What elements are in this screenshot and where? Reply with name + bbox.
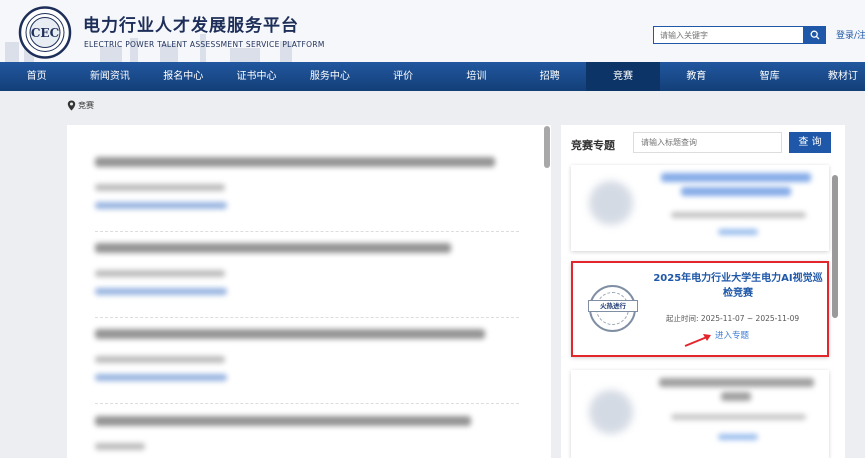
site-header: CEC 电力行业人才发展服务平台 ELECTRIC POWER TALENT A… xyxy=(0,0,865,62)
main-nav: 首页 新闻资讯 报名中心 证书中心 服务中心 评价 培训 招聘 竞赛 教育 智库… xyxy=(0,62,865,91)
nav-item-evaluation[interactable]: 评价 xyxy=(366,62,439,91)
nav-item-education[interactable]: 教育 xyxy=(660,62,733,91)
featured-topic-title[interactable]: 2025年电力行业大学生电力AI视觉巡检竞赛 xyxy=(653,271,823,301)
nav-item-training[interactable]: 培训 xyxy=(440,62,513,91)
left-scrollbar[interactable] xyxy=(544,126,550,168)
divider xyxy=(95,231,519,232)
right-scrollbar[interactable] xyxy=(832,175,838,318)
red-arrow-icon xyxy=(684,334,711,347)
nav-item-textbooks[interactable]: 教材订 xyxy=(806,62,865,91)
location-pin-icon xyxy=(67,100,76,111)
nav-item-home[interactable]: 首页 xyxy=(0,62,73,91)
nav-item-certificates[interactable]: 证书中心 xyxy=(220,62,293,91)
competition-list-panel xyxy=(67,125,551,458)
topic-search-input[interactable] xyxy=(633,132,782,153)
date-label: 起止时间: xyxy=(666,314,699,323)
topic-card[interactable] xyxy=(571,370,829,458)
topic-card-image xyxy=(589,390,633,434)
nav-item-services[interactable]: 服务中心 xyxy=(293,62,366,91)
login-link[interactable]: 登录/注 xyxy=(836,28,865,41)
list-item[interactable] xyxy=(95,416,495,450)
cec-logo[interactable]: CEC xyxy=(17,6,73,59)
breadcrumb-current[interactable]: 竞赛 xyxy=(78,100,94,111)
nav-item-recruitment[interactable]: 招聘 xyxy=(513,62,586,91)
nav-item-competition[interactable]: 竞赛 xyxy=(586,62,660,91)
list-item[interactable] xyxy=(95,329,495,381)
breadcrumb: 竞赛 xyxy=(67,100,94,111)
site-subtitle: ELECTRIC POWER TALENT ASSESSMENT SERVICE… xyxy=(84,40,325,49)
topic-card-image xyxy=(589,181,633,225)
search-button[interactable] xyxy=(803,26,826,44)
list-item[interactable] xyxy=(95,157,495,209)
date-range: 2025-11-07 ~ 2025-11-09 xyxy=(700,314,800,323)
nav-item-registration[interactable]: 报名中心 xyxy=(147,62,220,91)
topic-card[interactable] xyxy=(571,165,829,251)
panel-title: 竞赛专题 xyxy=(571,139,615,152)
list-item[interactable] xyxy=(95,243,495,295)
search-input[interactable] xyxy=(653,26,804,44)
divider xyxy=(95,403,519,404)
competition-topics-panel: 竞赛专题 查 询 火热进行 2025年电力行业大学生电力AI视觉巡检竞赛 起止时… xyxy=(561,125,845,458)
site-title: 电力行业人才发展服务平台 xyxy=(83,16,299,36)
search-icon xyxy=(810,30,819,40)
nav-item-news[interactable]: 新闻资讯 xyxy=(73,62,146,91)
featured-topic-date: 起止时间: 2025-11-07 ~ 2025-11-09 xyxy=(666,313,799,324)
enter-topic-link[interactable]: 进入专题 xyxy=(715,329,749,341)
nav-item-think-tank[interactable]: 智库 xyxy=(733,62,806,91)
topic-search-button[interactable]: 查 询 xyxy=(789,132,831,153)
divider xyxy=(95,317,519,318)
hot-badge: 火热进行 xyxy=(588,300,638,312)
logo-text: CEC xyxy=(31,26,59,40)
featured-topic-card[interactable]: 火热进行 2025年电力行业大学生电力AI视觉巡检竞赛 起止时间: 2025-1… xyxy=(571,261,829,357)
